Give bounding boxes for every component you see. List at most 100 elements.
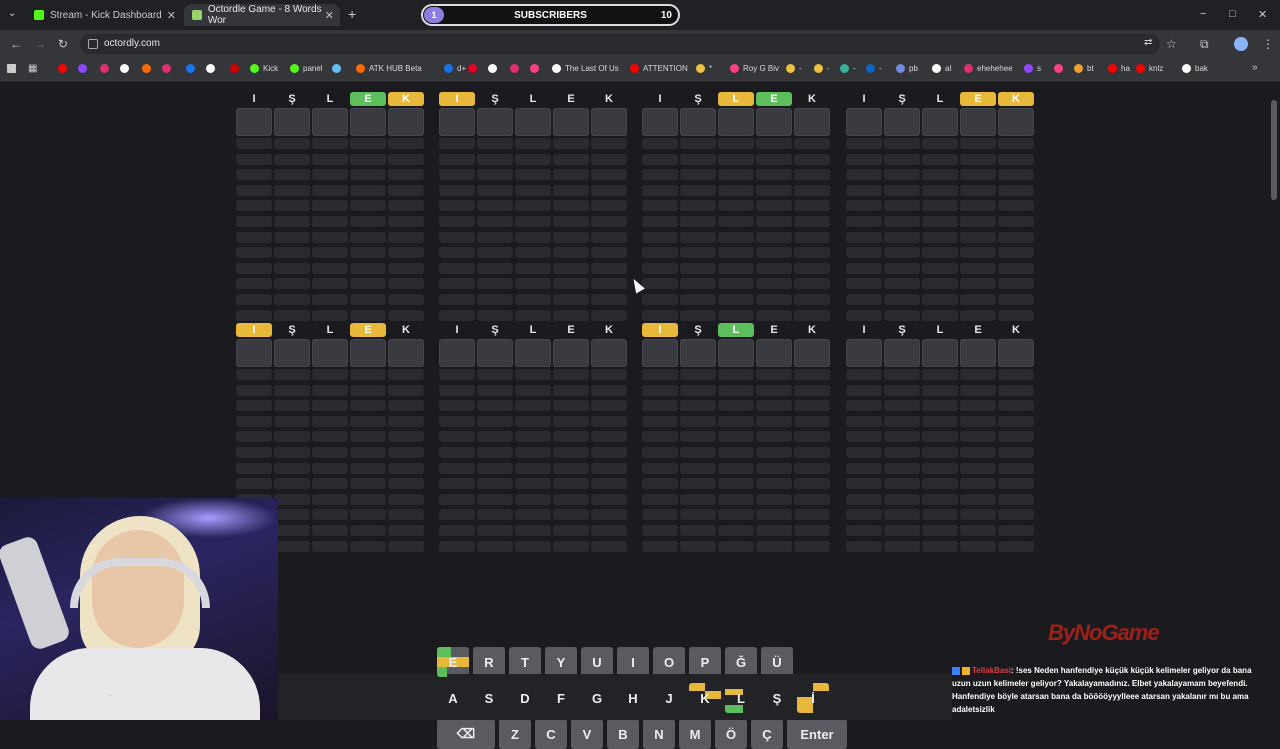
profile-avatar-icon[interactable] xyxy=(1234,37,1248,51)
bookmark-item[interactable]: - xyxy=(814,64,830,73)
bookmark-item[interactable]: ha xyxy=(1108,64,1130,73)
empty-tile xyxy=(846,184,882,196)
tab-kick-dashboard[interactable]: Stream - Kick Dashboard ✕ xyxy=(26,4,182,26)
empty-row xyxy=(439,293,629,305)
empty-tile xyxy=(718,462,754,474)
key-c[interactable]: C xyxy=(535,719,567,749)
bookmark-item[interactable] xyxy=(468,64,481,73)
bookmark-item[interactable] xyxy=(162,64,175,73)
bookmark-item[interactable]: al xyxy=(932,64,951,73)
bookmark-item[interactable]: ATK HUB Beta xyxy=(356,64,422,73)
bookmark-item[interactable] xyxy=(58,64,71,73)
bookmark-item[interactable]: - xyxy=(786,64,802,73)
bookmark-item[interactable] xyxy=(488,64,501,73)
bookmark-item[interactable]: bt xyxy=(1074,64,1094,73)
site-info-icon[interactable] xyxy=(88,39,98,49)
bookmark-item[interactable] xyxy=(332,64,345,73)
bookmark-item[interactable] xyxy=(142,64,155,73)
url-field[interactable]: octordly.com xyxy=(80,34,1160,54)
empty-tile xyxy=(312,493,348,505)
bookmark-favicon-icon xyxy=(142,64,151,73)
enter-key[interactable]: Enter xyxy=(787,719,847,749)
close-icon[interactable]: ✕ xyxy=(325,9,334,22)
bookmark-item[interactable]: bak xyxy=(1182,64,1208,73)
close-window-button[interactable]: ✕ xyxy=(1258,8,1267,21)
bookmarks-overflow-icon[interactable]: » xyxy=(1252,62,1258,73)
key-ü[interactable]: Ü xyxy=(761,647,793,677)
empty-tile xyxy=(642,540,678,552)
key-label: T xyxy=(521,654,529,670)
bookmark-item[interactable]: panel xyxy=(290,64,323,73)
bookmark-item[interactable] xyxy=(230,64,243,73)
extensions-icon[interactable]: ⧉ xyxy=(1200,37,1209,52)
key-t[interactable]: T xyxy=(509,647,541,677)
empty-tile xyxy=(794,184,830,196)
empty-tile xyxy=(515,431,551,443)
key-p[interactable]: P xyxy=(689,647,721,677)
key-z[interactable]: Z xyxy=(499,719,531,749)
empty-tile xyxy=(236,415,272,427)
bookmark-item[interactable] xyxy=(206,64,219,73)
bookmark-item[interactable]: ATTENTION xyxy=(630,64,688,73)
translate-icon[interactable]: ⇄ xyxy=(1144,37,1152,48)
bookmark-item[interactable]: knlz xyxy=(1136,64,1163,73)
key-m[interactable]: M xyxy=(679,719,711,749)
grid-icon[interactable]: ▦ xyxy=(28,63,37,74)
empty-tile xyxy=(388,215,424,227)
scrollbar[interactable] xyxy=(1271,100,1277,200)
key-ğ[interactable]: Ğ xyxy=(725,647,757,677)
bookmark-item[interactable]: s xyxy=(1024,64,1041,73)
key-r[interactable]: R xyxy=(473,647,505,677)
tab-octordle[interactable]: Octordle Game - 8 Words Wor ✕ xyxy=(184,4,340,26)
bookmark-item[interactable]: Roy G Biv xyxy=(730,64,779,73)
bookmark-item[interactable]: - xyxy=(866,64,882,73)
empty-tile xyxy=(477,278,513,290)
bookmark-item[interactable]: The Last Of Us xyxy=(552,64,619,73)
menu-icon[interactable]: ⋮ xyxy=(1262,37,1274,51)
empty-tile xyxy=(718,153,754,165)
empty-tile xyxy=(236,262,272,274)
bookmark-item[interactable]: pb xyxy=(896,64,918,73)
key-i[interactable]: I xyxy=(617,647,649,677)
key-o[interactable]: O xyxy=(653,647,685,677)
key-label: D xyxy=(520,690,530,706)
maximize-button[interactable]: □ xyxy=(1229,8,1236,20)
apps-icon[interactable] xyxy=(7,64,16,73)
bookmark-item[interactable]: ehehehee xyxy=(964,64,1013,73)
empty-row xyxy=(439,369,629,380)
key-ö[interactable]: Ö xyxy=(715,719,747,749)
bookmark-item[interactable]: Kick xyxy=(250,64,278,73)
bookmark-item[interactable] xyxy=(510,64,523,73)
key-e[interactable]: E xyxy=(437,647,469,677)
bookmark-item[interactable]: * xyxy=(696,64,712,73)
key-n[interactable]: N xyxy=(643,719,675,749)
empty-tile xyxy=(642,400,678,412)
backspace-key[interactable]: ⌫ xyxy=(437,719,495,749)
empty-tile xyxy=(922,169,958,181)
key-y[interactable]: Y xyxy=(545,647,577,677)
key-ç[interactable]: Ç xyxy=(751,719,783,749)
reload-icon[interactable]: ↻ xyxy=(58,37,68,51)
minimize-button[interactable]: − xyxy=(1200,8,1206,20)
bookmark-item[interactable] xyxy=(186,64,199,73)
empty-tile xyxy=(642,446,678,458)
empty-tile xyxy=(998,262,1034,274)
close-icon[interactable]: ✕ xyxy=(167,9,176,22)
new-tab-button[interactable]: + xyxy=(348,6,356,22)
bookmark-star-icon[interactable]: ☆ xyxy=(1166,37,1177,51)
key-u[interactable]: U xyxy=(581,647,613,677)
bookmark-item[interactable]: - xyxy=(840,64,856,73)
bookmark-item[interactable] xyxy=(78,64,91,73)
tab-search-icon[interactable]: ⌄ xyxy=(8,8,16,19)
bookmark-item[interactable] xyxy=(530,64,543,73)
bookmark-item[interactable] xyxy=(100,64,113,73)
key-b[interactable]: B xyxy=(607,719,639,749)
forward-icon[interactable]: → xyxy=(34,37,46,51)
bookmark-item[interactable] xyxy=(1054,64,1067,73)
key-v[interactable]: V xyxy=(571,719,603,749)
back-icon[interactable]: ← xyxy=(10,37,22,51)
letter-tile: I xyxy=(455,324,459,336)
empty-tile xyxy=(794,369,830,380)
bookmark-item[interactable] xyxy=(120,64,133,73)
bookmark-item[interactable]: d+ xyxy=(444,64,466,73)
